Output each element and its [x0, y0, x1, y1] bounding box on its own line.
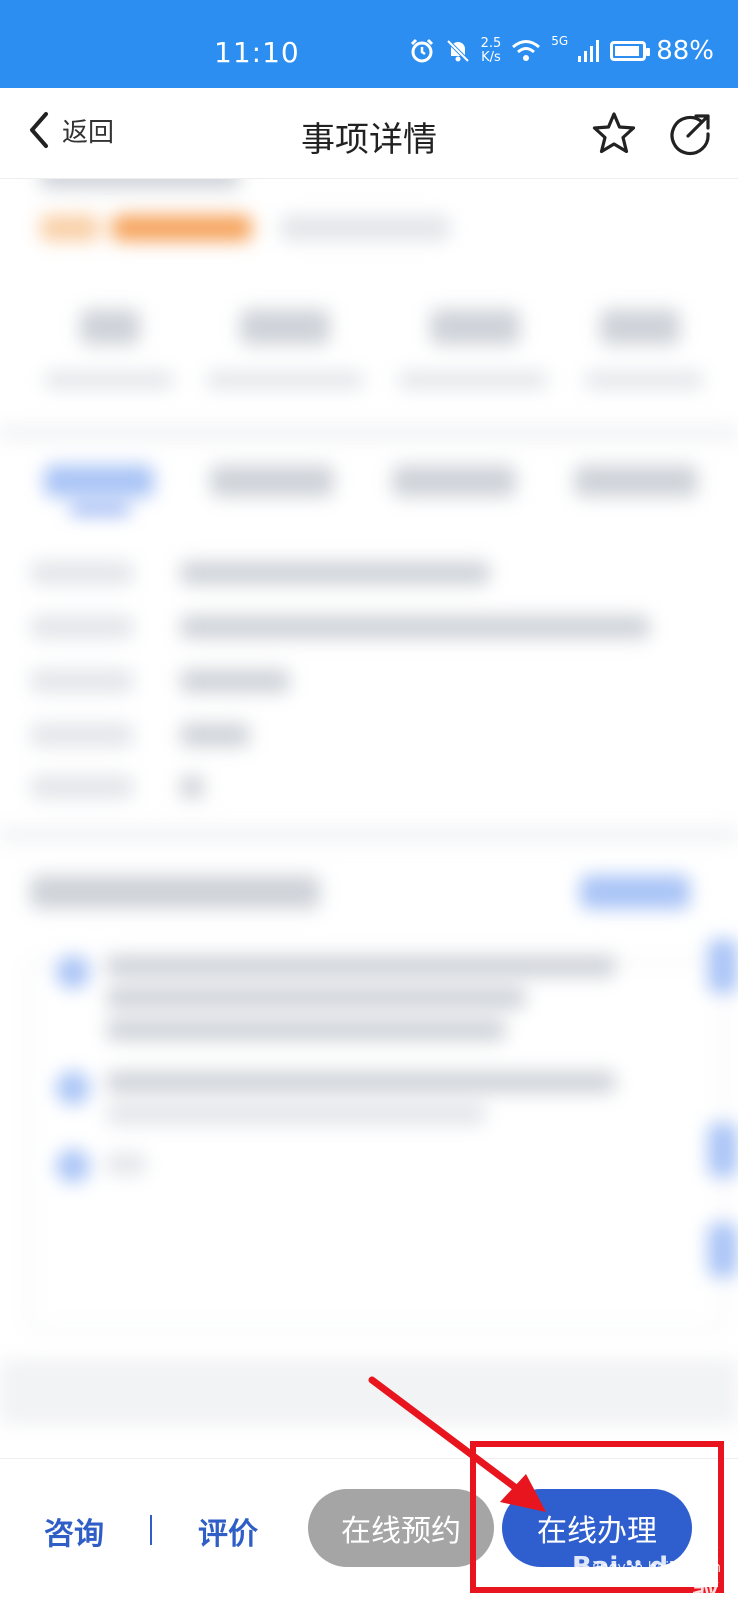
battery-icon	[610, 41, 651, 61]
blurred-detail-content	[0, 179, 738, 1459]
network-type: 5G	[551, 34, 569, 48]
status-time: 11:10	[214, 36, 300, 69]
bell-off-icon	[446, 39, 469, 63]
share-icon[interactable]	[666, 110, 714, 158]
review-button[interactable]: 评价	[198, 1509, 258, 1553]
consult-button[interactable]: 咨询	[44, 1509, 104, 1553]
net-speed: 2.5 K/s	[480, 36, 502, 65]
alarm-icon	[410, 38, 433, 63]
signal-icon	[578, 40, 600, 62]
baidu-watermark: Bai du 经验 jingyan.baidu.com	[572, 1536, 722, 1603]
battery-percent: 88%	[656, 36, 714, 66]
blurred-layer	[0, 179, 738, 1459]
status-icons: 2.5 K/s 5G 88%	[409, 34, 714, 68]
wifi-icon	[512, 40, 541, 61]
star-icon[interactable]	[590, 110, 638, 158]
status-bar: 11:10 2.5 K/s 5G 88%	[0, 0, 738, 88]
nav-bar: 返回 事项详情	[0, 88, 738, 179]
divider	[150, 1515, 152, 1545]
